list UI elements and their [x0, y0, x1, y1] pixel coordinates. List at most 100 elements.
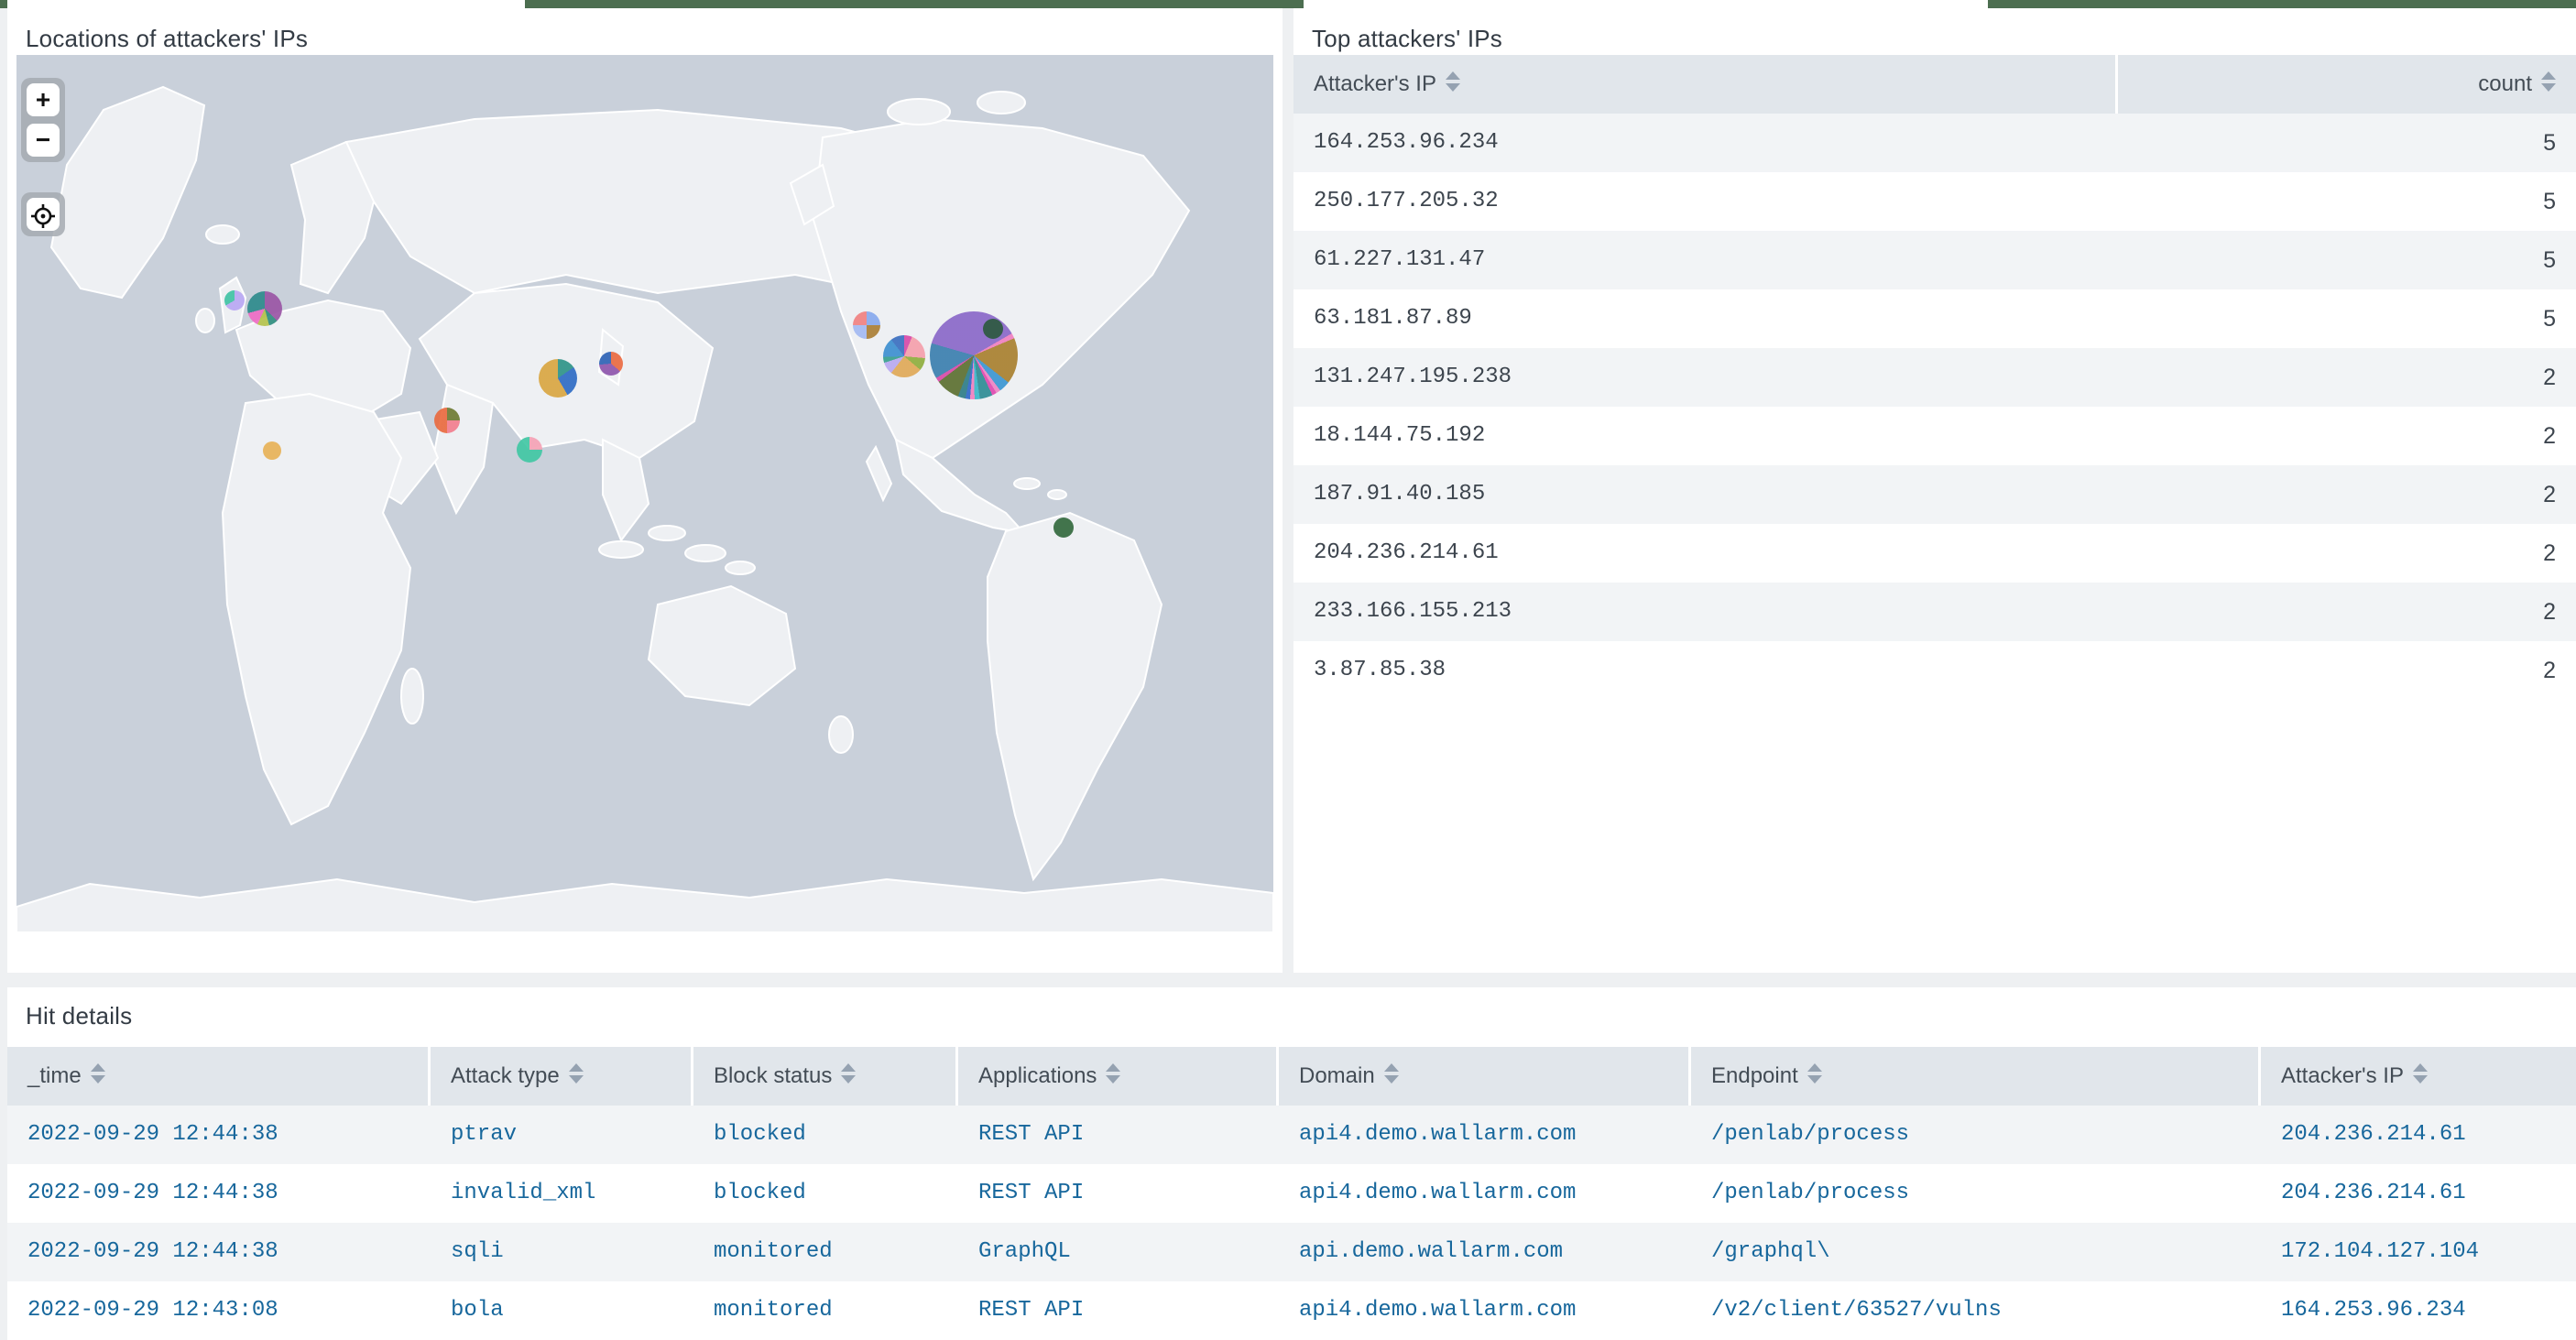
- table-row[interactable]: 2022-09-29 12:44:38 invalid_xml blocked …: [7, 1164, 2576, 1223]
- table-row[interactable]: 204.236.214.612: [1293, 524, 2576, 583]
- sort-icon: [2413, 1048, 2428, 1106]
- table-header-row: _time Attack type Block status Applicati…: [7, 1047, 2576, 1106]
- count-cell[interactable]: 2: [2118, 524, 2576, 583]
- block-status-cell[interactable]: blocked: [693, 1106, 958, 1164]
- table-row[interactable]: 2022-09-29 12:43:08 bola monitored REST …: [7, 1281, 2576, 1340]
- time-cell[interactable]: 2022-09-29 12:43:08: [7, 1281, 431, 1340]
- clipped-top-row: [0, 0, 2576, 8]
- map-pie-marker[interactable]: [263, 441, 281, 460]
- time-cell[interactable]: 2022-09-29 12:44:38: [7, 1164, 431, 1223]
- column-header-attacker-ip[interactable]: Attacker's IP: [2261, 1047, 2576, 1106]
- count-cell[interactable]: 2: [2118, 583, 2576, 641]
- locations-map-panel: Locations of attackers' IPs: [7, 8, 1283, 973]
- attacker-ip-cell[interactable]: 18.144.75.192: [1293, 407, 2118, 465]
- attacker-ip-cell[interactable]: 233.166.155.213: [1293, 583, 2118, 641]
- attack-type-cell[interactable]: ptrav: [431, 1106, 693, 1164]
- column-header-time[interactable]: _time: [7, 1047, 431, 1106]
- count-cell[interactable]: 5: [2118, 231, 2576, 289]
- attacker-ip-cell[interactable]: 204.236.214.61: [1293, 524, 2118, 583]
- crosshair-icon: [31, 204, 55, 228]
- block-status-cell[interactable]: monitored: [693, 1223, 958, 1281]
- time-cell[interactable]: 2022-09-29 12:44:38: [7, 1106, 431, 1164]
- zoom-in-button[interactable]: +: [27, 83, 60, 116]
- applications-cell[interactable]: REST API: [958, 1281, 1279, 1340]
- map-pie-marker[interactable]: [883, 335, 925, 377]
- table-row[interactable]: 3.87.85.382: [1293, 641, 2576, 700]
- applications-cell[interactable]: REST API: [958, 1164, 1279, 1223]
- table-row[interactable]: 250.177.205.325: [1293, 172, 2576, 231]
- endpoint-cell[interactable]: /penlab/process: [1691, 1164, 2261, 1223]
- column-header-applications[interactable]: Applications: [958, 1047, 1279, 1106]
- count-cell[interactable]: 5: [2118, 172, 2576, 231]
- attacker-ip-cell[interactable]: 61.227.131.47: [1293, 231, 2118, 289]
- sort-icon: [841, 1048, 856, 1106]
- attacker-ip-cell[interactable]: 204.236.214.61: [2261, 1106, 2576, 1164]
- map-pie-marker[interactable]: [517, 437, 542, 463]
- clipped-chart-fragment: [1988, 0, 2576, 8]
- attacker-ip-cell[interactable]: 250.177.205.32: [1293, 172, 2118, 231]
- table-row[interactable]: 131.247.195.2382: [1293, 348, 2576, 407]
- table-row[interactable]: 2022-09-29 12:44:38 ptrav blocked REST A…: [7, 1106, 2576, 1164]
- world-map[interactable]: + −: [16, 55, 1273, 932]
- clipped-chart-fragment: [0, 0, 7, 8]
- attacker-ip-cell[interactable]: 3.87.85.38: [1293, 641, 2118, 700]
- count-cell[interactable]: 2: [2118, 407, 2576, 465]
- table-row[interactable]: 61.227.131.475: [1293, 231, 2576, 289]
- column-header-domain[interactable]: Domain: [1279, 1047, 1691, 1106]
- domain-cell[interactable]: api4.demo.wallarm.com: [1279, 1106, 1691, 1164]
- table-row[interactable]: 18.144.75.1922: [1293, 407, 2576, 465]
- attacker-ip-cell[interactable]: 172.104.127.104: [2261, 1223, 2576, 1281]
- endpoint-cell[interactable]: /v2/client/63527/vulns: [1691, 1281, 2261, 1340]
- domain-cell[interactable]: api4.demo.wallarm.com: [1279, 1164, 1691, 1223]
- attack-type-cell[interactable]: invalid_xml: [431, 1164, 693, 1223]
- zoom-out-button[interactable]: −: [27, 124, 60, 157]
- map-pie-marker[interactable]: [1053, 517, 1074, 538]
- map-pie-marker[interactable]: [224, 290, 245, 310]
- panel-title: Top attackers' IPs: [1293, 8, 2576, 53]
- locate-button[interactable]: [27, 198, 60, 231]
- map-zoom-control: + −: [21, 78, 65, 162]
- attack-type-cell[interactable]: sqli: [431, 1223, 693, 1281]
- endpoint-cell[interactable]: /graphql\: [1691, 1223, 2261, 1281]
- attacker-ip-cell[interactable]: 131.247.195.238: [1293, 348, 2118, 407]
- count-cell[interactable]: 5: [2118, 289, 2576, 348]
- table-row[interactable]: 233.166.155.2132: [1293, 583, 2576, 641]
- attacker-ip-cell[interactable]: 187.91.40.185: [1293, 465, 2118, 524]
- count-cell[interactable]: 2: [2118, 465, 2576, 524]
- map-pie-marker[interactable]: [599, 352, 623, 376]
- block-status-cell[interactable]: blocked: [693, 1164, 958, 1223]
- column-header-attacker-ip[interactable]: Attacker's IP: [1293, 55, 2118, 114]
- time-cell[interactable]: 2022-09-29 12:44:38: [7, 1223, 431, 1281]
- sort-icon: [1384, 1048, 1399, 1106]
- domain-cell[interactable]: api4.demo.wallarm.com: [1279, 1281, 1691, 1340]
- map-pie-marker[interactable]: [853, 311, 880, 339]
- sort-icon: [1446, 56, 1460, 114]
- column-header-count[interactable]: count: [2118, 55, 2576, 114]
- map-pie-marker[interactable]: [247, 291, 282, 326]
- attacker-ip-cell[interactable]: 164.253.96.234: [2261, 1281, 2576, 1340]
- applications-cell[interactable]: GraphQL: [958, 1223, 1279, 1281]
- attacker-ip-cell[interactable]: 164.253.96.234: [1293, 114, 2118, 172]
- count-cell[interactable]: 5: [2118, 114, 2576, 172]
- endpoint-cell[interactable]: /penlab/process: [1691, 1106, 2261, 1164]
- attacker-ip-cell[interactable]: 204.236.214.61: [2261, 1164, 2576, 1223]
- map-pie-marker[interactable]: [983, 319, 1003, 339]
- count-cell[interactable]: 2: [2118, 348, 2576, 407]
- count-cell[interactable]: 2: [2118, 641, 2576, 700]
- domain-cell[interactable]: api.demo.wallarm.com: [1279, 1223, 1691, 1281]
- attack-type-cell[interactable]: bola: [431, 1281, 693, 1340]
- table-row[interactable]: 63.181.87.895: [1293, 289, 2576, 348]
- map-pie-marker[interactable]: [539, 359, 577, 398]
- column-header-endpoint[interactable]: Endpoint: [1691, 1047, 2261, 1106]
- table-row[interactable]: 2022-09-29 12:44:38 sqli monitored Graph…: [7, 1223, 2576, 1281]
- column-header-attack-type[interactable]: Attack type: [431, 1047, 693, 1106]
- map-pie-marker[interactable]: [434, 408, 460, 433]
- table-row[interactable]: 164.253.96.2345: [1293, 114, 2576, 172]
- sort-icon: [1106, 1048, 1120, 1106]
- map-pie-marker[interactable]: [930, 311, 1018, 399]
- applications-cell[interactable]: REST API: [958, 1106, 1279, 1164]
- table-row[interactable]: 187.91.40.1852: [1293, 465, 2576, 524]
- column-header-block-status[interactable]: Block status: [693, 1047, 958, 1106]
- block-status-cell[interactable]: monitored: [693, 1281, 958, 1340]
- attacker-ip-cell[interactable]: 63.181.87.89: [1293, 289, 2118, 348]
